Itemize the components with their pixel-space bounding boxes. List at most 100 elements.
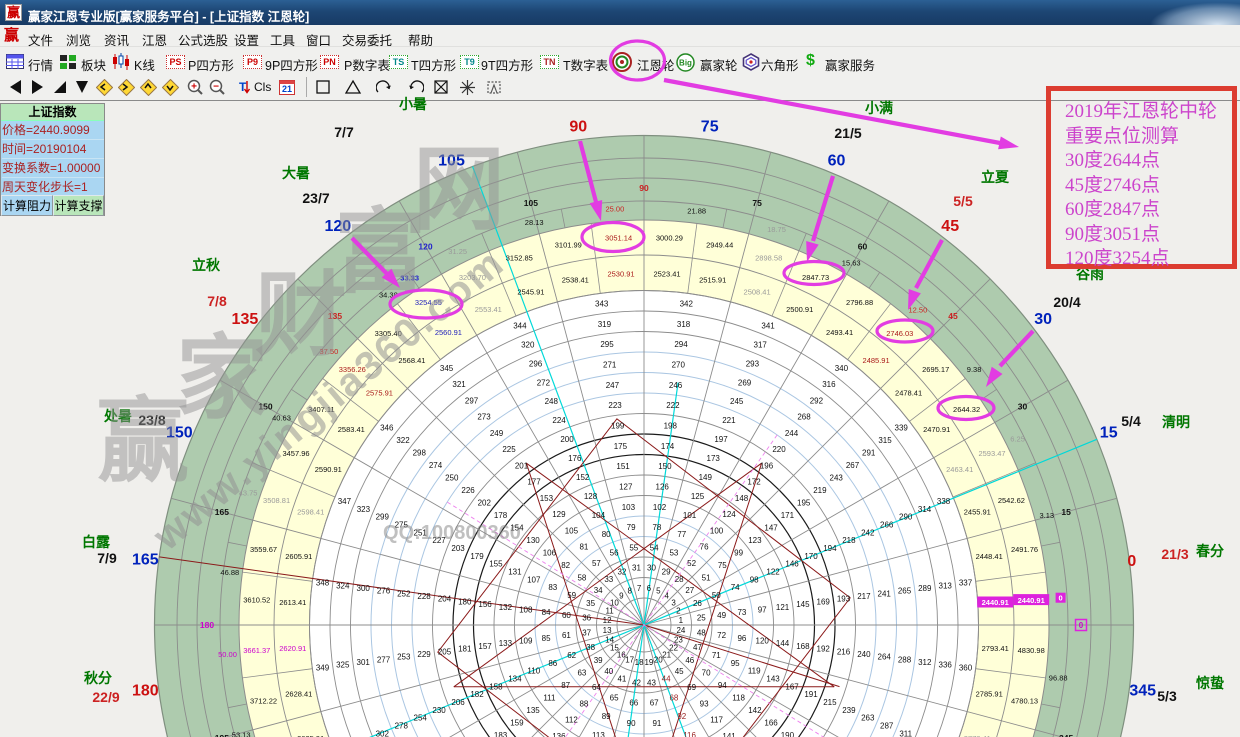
svg-text:348: 348 — [316, 579, 330, 588]
svg-text:25: 25 — [697, 614, 706, 623]
svg-text:148: 148 — [735, 494, 749, 503]
svg-text:172: 172 — [747, 478, 761, 487]
svg-text:105: 105 — [565, 526, 579, 535]
svg-text:109: 109 — [519, 637, 533, 646]
svg-text:18.75: 18.75 — [767, 225, 786, 234]
svg-text:224: 224 — [552, 416, 566, 425]
svg-text:QQ:100800360: QQ:100800360 — [383, 522, 521, 544]
svg-text:320: 320 — [521, 340, 535, 349]
svg-text:100: 100 — [710, 526, 724, 535]
svg-text:178: 178 — [494, 511, 508, 520]
svg-text:2785.91: 2785.91 — [976, 690, 1003, 699]
svg-text:249: 249 — [490, 429, 504, 438]
svg-text:2793.41: 2793.41 — [982, 644, 1009, 653]
svg-text:339: 339 — [895, 424, 909, 433]
svg-text:318: 318 — [677, 320, 691, 329]
svg-text:2463.41: 2463.41 — [946, 465, 973, 474]
svg-text:204: 204 — [438, 595, 452, 604]
svg-text:45: 45 — [675, 667, 684, 676]
svg-text:338: 338 — [937, 497, 951, 506]
svg-text:3559.67: 3559.67 — [250, 545, 277, 554]
svg-text:102: 102 — [653, 503, 667, 512]
svg-text:2478.41: 2478.41 — [895, 389, 922, 398]
svg-text:73: 73 — [737, 608, 746, 617]
svg-text:39: 39 — [594, 656, 603, 665]
svg-text:176: 176 — [568, 454, 582, 463]
svg-text:315: 315 — [878, 436, 892, 445]
svg-text:119: 119 — [748, 667, 761, 676]
svg-text:41: 41 — [617, 674, 626, 683]
svg-text:245: 245 — [730, 397, 744, 406]
svg-text:191: 191 — [804, 690, 818, 699]
svg-text:123: 123 — [748, 536, 762, 545]
svg-text:247: 247 — [606, 381, 620, 390]
svg-text:69: 69 — [687, 683, 696, 692]
svg-text:89: 89 — [602, 712, 611, 721]
svg-text:5: 5 — [656, 587, 661, 596]
svg-text:53: 53 — [669, 549, 678, 558]
svg-text:112: 112 — [565, 716, 578, 725]
svg-text:120: 120 — [756, 637, 770, 646]
svg-text:2545.91: 2545.91 — [517, 288, 544, 297]
svg-text:263: 263 — [861, 714, 875, 723]
svg-text:124: 124 — [722, 510, 736, 519]
svg-text:345: 345 — [440, 364, 454, 373]
svg-text:248: 248 — [545, 397, 559, 406]
svg-text:15: 15 — [1061, 507, 1071, 517]
svg-text:155: 155 — [489, 560, 503, 569]
svg-text:0: 0 — [1059, 594, 1063, 603]
svg-text:78: 78 — [652, 523, 661, 532]
svg-text:103: 103 — [622, 503, 636, 512]
svg-text:343: 343 — [595, 300, 609, 309]
svg-text:299: 299 — [376, 513, 390, 522]
svg-text:30: 30 — [1034, 311, 1052, 328]
svg-text:15.63: 15.63 — [842, 258, 861, 267]
svg-text:288: 288 — [898, 655, 912, 664]
svg-text:291: 291 — [862, 449, 876, 458]
svg-text:53.13: 53.13 — [232, 731, 251, 737]
svg-text:2542.62: 2542.62 — [998, 496, 1025, 505]
svg-text:60: 60 — [828, 152, 846, 169]
svg-text:4830.98: 4830.98 — [1018, 646, 1045, 655]
svg-text:158: 158 — [489, 682, 503, 691]
svg-text:90: 90 — [639, 183, 649, 193]
svg-text:秋分: 秋分 — [84, 670, 112, 686]
svg-text:52: 52 — [687, 559, 696, 568]
svg-text:59: 59 — [567, 591, 576, 600]
svg-text:126: 126 — [656, 482, 670, 491]
svg-text:2644.32: 2644.32 — [953, 405, 980, 414]
svg-text:90: 90 — [627, 719, 636, 728]
svg-text:246: 246 — [669, 381, 683, 390]
svg-text:337: 337 — [959, 579, 973, 588]
svg-text:153: 153 — [540, 494, 554, 503]
svg-text:23/7: 23/7 — [302, 190, 329, 206]
svg-text:175: 175 — [614, 442, 628, 451]
svg-text:129: 129 — [552, 510, 566, 519]
svg-text:91: 91 — [652, 719, 661, 728]
svg-text:220: 220 — [772, 445, 786, 454]
svg-text:192: 192 — [817, 645, 831, 654]
svg-text:346: 346 — [380, 424, 394, 433]
svg-text:104: 104 — [592, 511, 606, 520]
svg-text:287: 287 — [880, 722, 894, 731]
svg-text:2620.91: 2620.91 — [279, 644, 306, 653]
svg-text:145: 145 — [796, 600, 810, 609]
svg-text:72: 72 — [717, 631, 726, 640]
svg-text:2455.91: 2455.91 — [964, 508, 991, 517]
svg-text:181: 181 — [458, 645, 472, 654]
svg-text:347: 347 — [338, 497, 352, 506]
svg-text:122: 122 — [766, 568, 780, 577]
svg-text:35: 35 — [586, 599, 595, 608]
svg-text:202: 202 — [478, 499, 492, 508]
svg-text:45: 45 — [941, 218, 959, 235]
svg-text:2949.44: 2949.44 — [706, 240, 733, 249]
svg-text:84: 84 — [542, 608, 551, 617]
svg-text:2605.91: 2605.91 — [285, 552, 312, 561]
svg-text:2523.41: 2523.41 — [653, 270, 680, 279]
svg-text:2553.41: 2553.41 — [475, 305, 502, 314]
svg-text:3.13: 3.13 — [1039, 511, 1054, 520]
svg-text:159: 159 — [510, 719, 524, 728]
svg-text:317: 317 — [754, 340, 768, 349]
svg-text:48: 48 — [697, 629, 706, 638]
svg-text:360: 360 — [959, 663, 973, 672]
